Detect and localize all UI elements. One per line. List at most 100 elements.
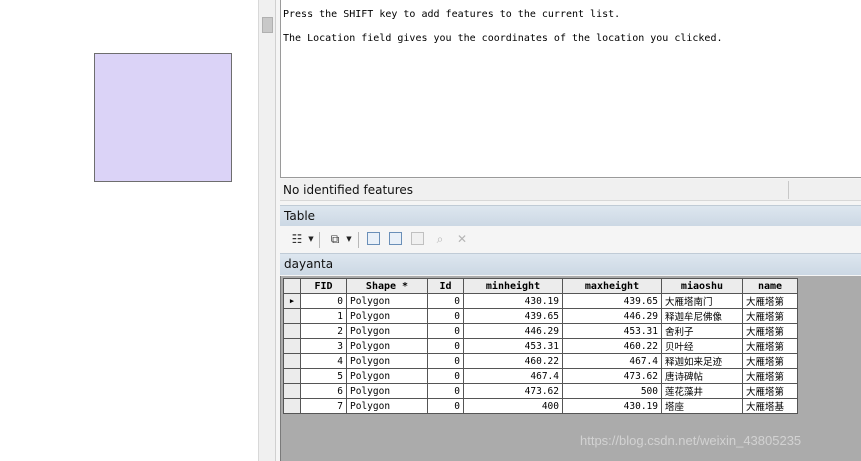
cell-maxheight[interactable]: 446.29 (562, 308, 662, 324)
scrollbar-thumb[interactable] (262, 17, 273, 33)
column-header-maxheight[interactable]: maxheight (562, 278, 662, 294)
column-header-name[interactable]: name (742, 278, 798, 294)
cell-shape[interactable]: Polygon (346, 338, 428, 354)
cell-minheight[interactable]: 460.22 (463, 353, 563, 369)
dataset-tab-bar: dayanta (280, 253, 861, 275)
column-header-miaoshu[interactable]: miaoshu (661, 278, 743, 294)
cell-miaoshu[interactable]: 贝叶经 (661, 338, 743, 354)
cell-miaoshu[interactable]: 大雁塔南门 (661, 293, 743, 309)
cell-shape[interactable]: Polygon (346, 308, 428, 324)
table-window-titlebar[interactable]: Table (280, 205, 861, 226)
clear-selection-icon[interactable] (409, 231, 427, 247)
row-selector[interactable] (283, 323, 301, 339)
cell-maxheight[interactable]: 460.22 (562, 338, 662, 354)
cell-maxheight[interactable]: 500 (562, 383, 662, 399)
row-selector[interactable] (283, 353, 301, 369)
delete-selected-icon[interactable]: ✕ (453, 231, 471, 247)
cell-fid[interactable]: 1 (300, 308, 347, 324)
cell-minheight[interactable]: 453.31 (463, 338, 563, 354)
cell-fid[interactable]: 6 (300, 383, 347, 399)
cell-fid[interactable]: 4 (300, 353, 347, 369)
cell-id[interactable]: 0 (427, 293, 464, 309)
row-selector-header[interactable] (283, 278, 301, 294)
cell-maxheight[interactable]: 453.31 (562, 323, 662, 339)
cell-id[interactable]: 0 (427, 368, 464, 384)
select-by-attributes-icon[interactable] (365, 231, 383, 247)
cell-shape[interactable]: Polygon (346, 353, 428, 369)
cell-minheight[interactable]: 473.62 (463, 383, 563, 399)
attribute-table[interactable]: FID Shape * Id minheight maxheight miaos… (283, 278, 798, 414)
cell-name[interactable]: 大雁塔第 (742, 293, 798, 309)
cell-miaoshu[interactable]: 舍利子 (661, 323, 743, 339)
row-selector[interactable] (283, 368, 301, 384)
zoom-to-selected-icon[interactable]: ⌕ (431, 231, 449, 247)
table-row[interactable]: 1 Polygon 0 439.65 446.29 释迦牟尼佛像 大雁塔第 (283, 308, 798, 324)
cell-name[interactable]: 大雁塔第 (742, 383, 798, 399)
cell-shape[interactable]: Polygon (346, 383, 428, 399)
cell-miaoshu[interactable]: 莲花藻井 (661, 383, 743, 399)
cell-id[interactable]: 0 (427, 338, 464, 354)
table-row[interactable]: 5 Polygon 0 467.4 473.62 唐诗碑帖 大雁塔第 (283, 368, 798, 384)
cell-shape[interactable]: Polygon (346, 398, 428, 414)
table-options-icon[interactable]: ☷ (288, 231, 306, 247)
cell-fid[interactable]: 2 (300, 323, 347, 339)
toolbar-divider (319, 232, 320, 248)
cell-miaoshu[interactable]: 释迦牟尼佛像 (661, 308, 743, 324)
cell-minheight[interactable]: 467.4 (463, 368, 563, 384)
cell-shape[interactable]: Polygon (346, 368, 428, 384)
cell-maxheight[interactable]: 467.4 (562, 353, 662, 369)
column-header-fid[interactable]: FID (300, 278, 347, 294)
cell-id[interactable]: 0 (427, 383, 464, 399)
cell-id[interactable]: 0 (427, 308, 464, 324)
cell-name[interactable]: 大雁塔第 (742, 353, 798, 369)
cell-maxheight[interactable]: 430.19 (562, 398, 662, 414)
row-selector[interactable] (283, 398, 301, 414)
cell-shape[interactable]: Polygon (346, 293, 428, 309)
cell-minheight[interactable]: 446.29 (463, 323, 563, 339)
cell-miaoshu[interactable]: 塔座 (661, 398, 743, 414)
cell-maxheight[interactable]: 439.65 (562, 293, 662, 309)
cell-name[interactable]: 大雁塔基 (742, 398, 798, 414)
cell-maxheight[interactable]: 473.62 (562, 368, 662, 384)
cell-minheight[interactable]: 430.19 (463, 293, 563, 309)
cell-id[interactable]: 0 (427, 323, 464, 339)
column-header-shape[interactable]: Shape * (346, 278, 428, 294)
cell-name[interactable]: 大雁塔第 (742, 338, 798, 354)
cell-id[interactable]: 0 (427, 353, 464, 369)
table-row[interactable]: 4 Polygon 0 460.22 467.4 释迦如来足迹 大雁塔第 (283, 353, 798, 369)
table-row[interactable]: 2 Polygon 0 446.29 453.31 舍利子 大雁塔第 (283, 323, 798, 339)
cell-fid[interactable]: 3 (300, 338, 347, 354)
table-row[interactable]: 3 Polygon 0 453.31 460.22 贝叶经 大雁塔第 (283, 338, 798, 354)
table-row[interactable]: 7 Polygon 0 400 430.19 塔座 大雁塔基 (283, 398, 798, 414)
map-view[interactable] (0, 0, 258, 461)
switch-selection-icon[interactable] (387, 231, 405, 247)
related-tables-icon[interactable]: ⧉ (326, 231, 344, 247)
cell-fid[interactable]: 7 (300, 398, 347, 414)
chevron-down-icon[interactable]: ▼ (307, 232, 315, 246)
cell-name[interactable]: 大雁塔第 (742, 368, 798, 384)
cell-shape[interactable]: Polygon (346, 323, 428, 339)
cell-fid[interactable]: 0 (300, 293, 347, 309)
chevron-down-icon[interactable]: ▼ (345, 232, 353, 246)
cell-miaoshu[interactable]: 释迦如来足迹 (661, 353, 743, 369)
row-selector-current[interactable]: ▶ (283, 293, 301, 309)
cell-id[interactable]: 0 (427, 398, 464, 414)
row-selector[interactable] (283, 308, 301, 324)
column-header-id[interactable]: Id (427, 278, 464, 294)
cell-minheight[interactable]: 400 (463, 398, 563, 414)
row-selector[interactable] (283, 338, 301, 354)
status-divider (788, 181, 789, 199)
tab-dayanta[interactable]: dayanta (284, 257, 333, 271)
column-header-minheight[interactable]: minheight (463, 278, 563, 294)
cell-name[interactable]: 大雁塔第 (742, 323, 798, 339)
cell-minheight[interactable]: 439.65 (463, 308, 563, 324)
cell-miaoshu[interactable]: 唐诗碑帖 (661, 368, 743, 384)
cell-fid[interactable]: 5 (300, 368, 347, 384)
row-selector[interactable] (283, 383, 301, 399)
vertical-scrollbar[interactable] (258, 0, 276, 461)
cell-name[interactable]: 大雁塔第 (742, 308, 798, 324)
map-polygon-feature[interactable] (94, 53, 232, 182)
table-toolbar: ☷ ▼ ⧉ ▼ ⌕ ✕ (280, 227, 861, 252)
table-row[interactable]: 6 Polygon 0 473.62 500 莲花藻井 大雁塔第 (283, 383, 798, 399)
table-row[interactable]: ▶ 0 Polygon 0 430.19 439.65 大雁塔南门 大雁塔第 (283, 293, 798, 309)
